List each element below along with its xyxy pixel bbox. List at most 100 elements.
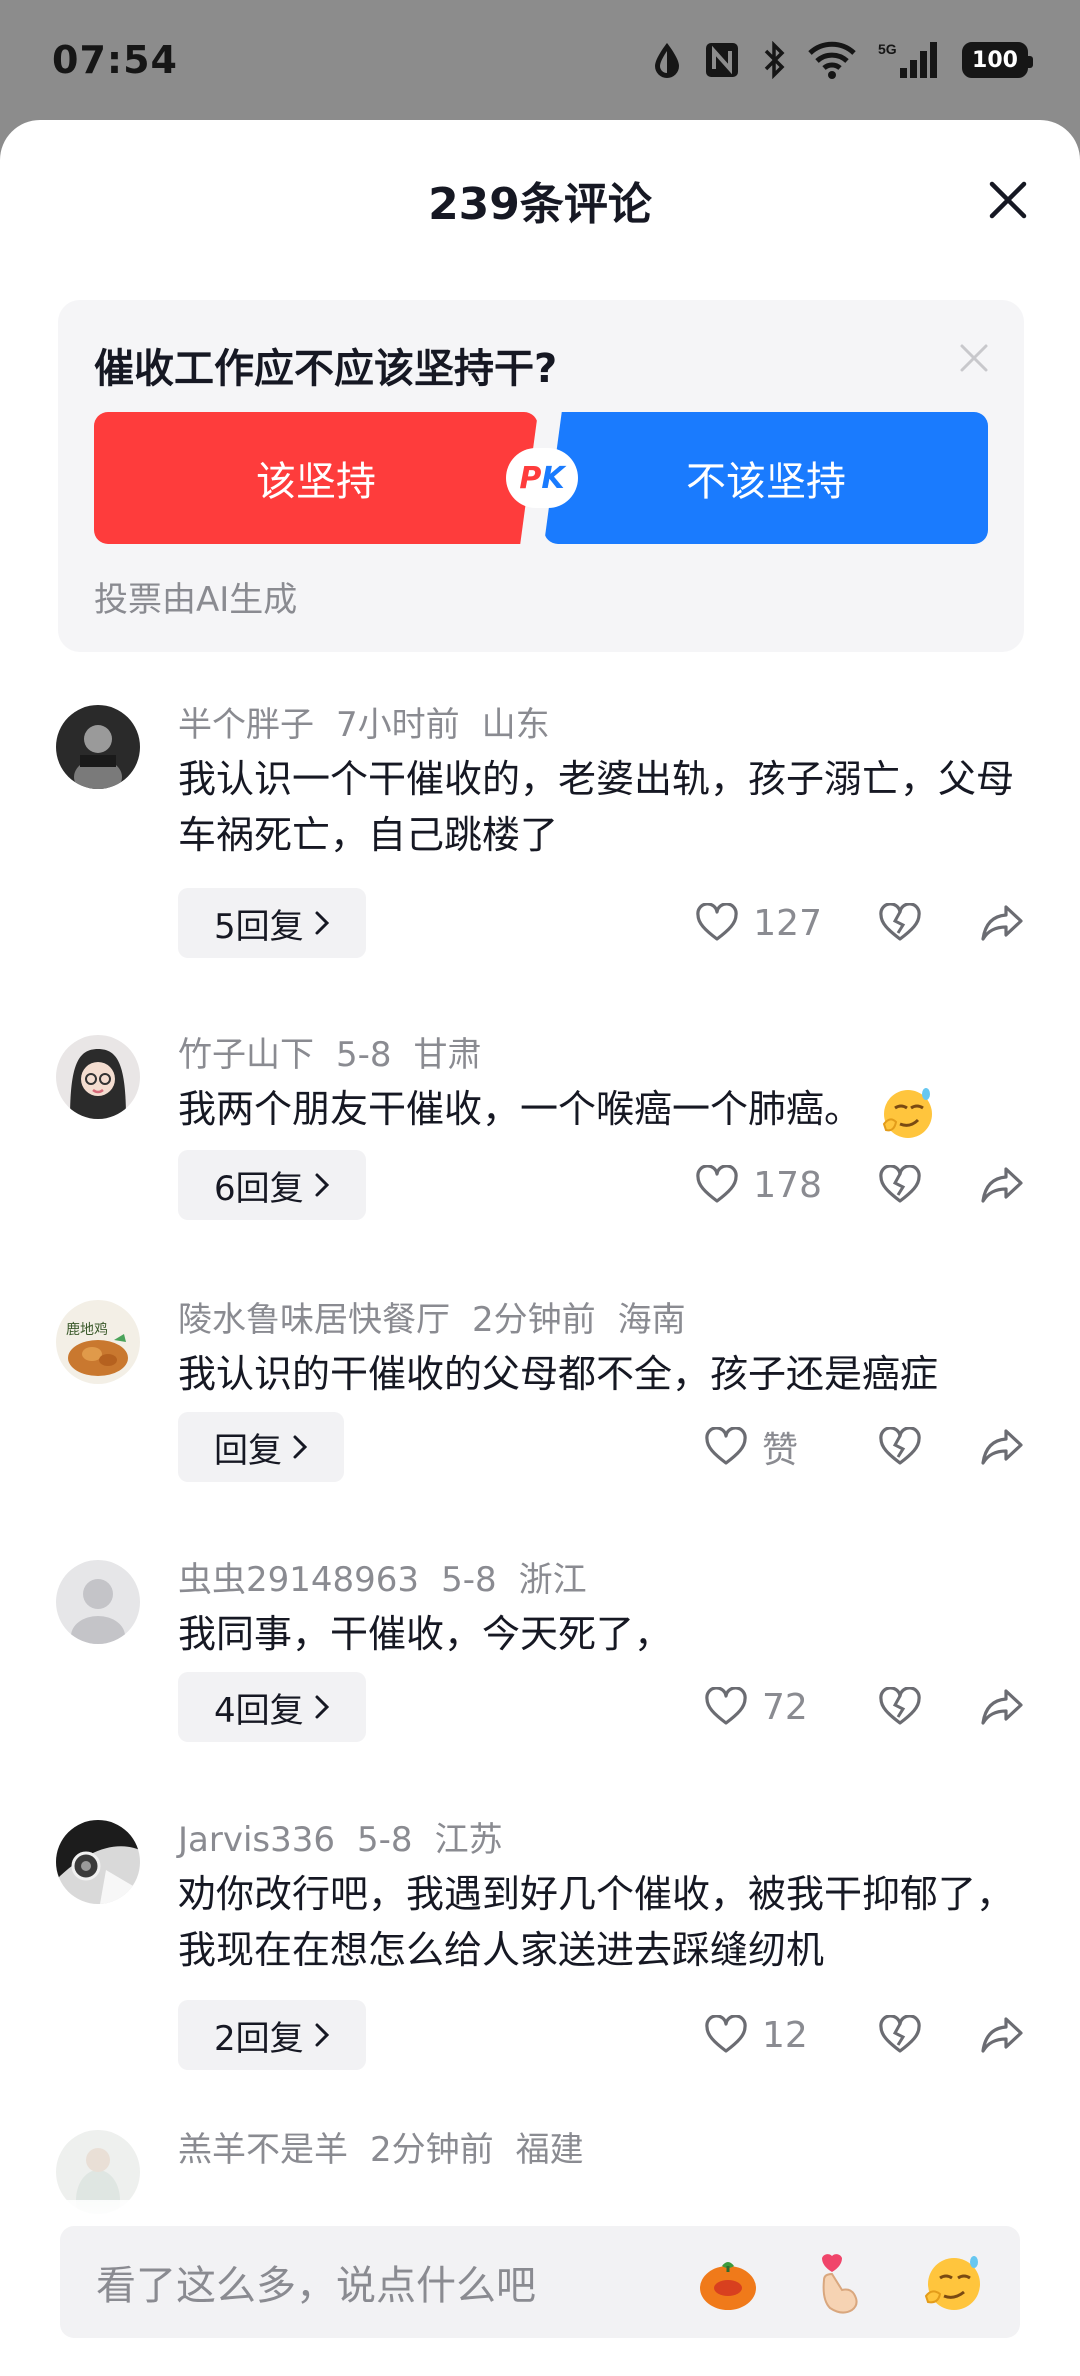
comment-item: 竹子山下 5-8 甘肃 我两个朋友干催收，一个喉癌一个肺癌。 6回复 178	[0, 1035, 1080, 1275]
comment-location: 甘肃	[413, 1035, 482, 1075]
comment-meta: 竹子山下 5-8 甘肃	[178, 1027, 504, 1076]
comment-meta: 羔羊不是羊 2分钟前 福建	[178, 2122, 606, 2171]
comment-actions: 赞	[704, 1412, 1024, 1482]
broken-heart-icon[interactable]	[878, 1687, 922, 1727]
like-button[interactable]: 12	[704, 2015, 822, 2056]
comment-username[interactable]: Jarvis336	[178, 1820, 335, 1860]
view-replies-button[interactable]: 6回复	[178, 1150, 366, 1220]
reply-count: 5回复	[214, 906, 304, 947]
avatar[interactable]	[56, 1820, 140, 1904]
avatar[interactable]: 鹿地鸡	[56, 1300, 140, 1384]
comment-username[interactable]: 竹子山下	[178, 1035, 314, 1075]
like-label: 赞	[762, 1430, 799, 1471]
poll-options: 该坚持 不该坚持 PK	[94, 412, 988, 544]
comment-time: 7小时前	[336, 705, 460, 745]
comment-input-bar[interactable]: 看了这么多，说点什么吧	[60, 2226, 1020, 2338]
comment-text: 我两个朋友干催收，一个喉癌一个肺癌。	[178, 1081, 1028, 1140]
heart-icon	[705, 2015, 747, 2053]
avatar-shop-text: 鹿地鸡	[66, 1321, 108, 1337]
poll-dismiss-icon[interactable]	[958, 342, 990, 374]
chevron-right-icon	[315, 1173, 329, 1197]
pk-badge-p: P	[519, 460, 542, 496]
poll-question: 催收工作应不应该坚持干?	[94, 346, 558, 392]
comment-time: 5-8	[357, 1820, 413, 1860]
poll-note: 投票由AI生成	[94, 580, 298, 620]
signal-5g-icon: 5G	[878, 41, 937, 78]
comment-actions: 12	[704, 2000, 1024, 2070]
comment-username[interactable]: 半个胖子	[178, 705, 314, 745]
heart-icon	[705, 1687, 747, 1725]
comment-input[interactable]: 看了这么多，说点什么吧	[96, 2253, 648, 2311]
comment-meta: 半个胖子 7小时前 山东	[178, 697, 572, 746]
reply-count: 4回复	[214, 1690, 304, 1731]
bluetooth-icon	[764, 41, 785, 79]
wifi-icon	[808, 41, 856, 79]
chevron-right-icon	[315, 1695, 329, 1719]
broken-heart-icon[interactable]	[878, 1427, 922, 1467]
avatar[interactable]	[56, 705, 140, 789]
comment-count-title: 239条评论	[428, 179, 652, 230]
view-replies-button[interactable]: 2回复	[178, 2000, 366, 2070]
comment-username[interactable]: 虫虫29148963	[178, 1560, 419, 1600]
heart-icon	[705, 1427, 747, 1465]
view-replies-button[interactable]: 5回复	[178, 888, 366, 958]
comment-actions: 178	[695, 1150, 1024, 1220]
comment-time: 5-8	[336, 1035, 392, 1075]
comment-username[interactable]: 羔羊不是羊	[178, 2130, 348, 2170]
comment-item: 虫虫29148963 5-8 浙江 我同事，干催收，今天死了， 4回复 72	[0, 1560, 1080, 1800]
sheet-header: 239条评论	[0, 120, 1080, 280]
comment-actions: 72	[704, 1672, 1024, 1742]
tangerine-sticker-icon[interactable]	[696, 2250, 760, 2314]
finger-heart-emoji-icon[interactable]	[808, 2250, 872, 2314]
poll-option-yes-button[interactable]: 该坚持	[94, 412, 538, 544]
chevron-right-icon	[315, 2023, 329, 2047]
comment-meta: 陵水鲁味居快餐厅 2分钟前 海南	[178, 1292, 708, 1341]
network-label: 5G	[878, 41, 897, 57]
nfc-icon	[706, 43, 738, 77]
comment-text: 我同事，干催收，今天死了，	[178, 1612, 673, 1656]
share-icon[interactable]	[980, 903, 1024, 943]
like-count: 127	[753, 902, 822, 944]
poll-option-no-button[interactable]: 不该坚持	[544, 412, 988, 544]
like-button[interactable]: 178	[695, 1165, 822, 1206]
avatar[interactable]	[56, 1035, 140, 1119]
comment-item: 半个胖子 7小时前 山东 我认识一个干催收的，老婆出轨，孩子溺亡，父母车祸死亡，自己…	[0, 705, 1080, 1005]
comment-username[interactable]: 陵水鲁味居快餐厅	[178, 1300, 450, 1340]
comment-location: 山东	[481, 705, 550, 745]
comment-text-body: 我两个朋友干催收，一个喉癌一个肺癌。	[178, 1087, 863, 1131]
like-count: 178	[753, 1164, 822, 1206]
avatar[interactable]	[56, 1560, 140, 1644]
comment-location: 浙江	[518, 1560, 587, 1600]
water-drop-icon	[655, 43, 679, 78]
comment-location: 海南	[617, 1300, 686, 1340]
comment-time: 2分钟前	[472, 1300, 596, 1340]
comment-text: 我认识一个干催收的，老婆出轨，孩子溺亡，父母车祸死亡，自己跳楼了	[178, 757, 1015, 857]
view-replies-button[interactable]: 4回复	[178, 1672, 366, 1742]
share-icon[interactable]	[980, 1427, 1024, 1467]
like-count: 12	[762, 2014, 808, 2056]
like-button[interactable]: 赞	[704, 1421, 822, 1473]
pk-badge: PK	[506, 448, 578, 508]
comment-meta: 虫虫29148963 5-8 浙江	[178, 1552, 609, 1601]
share-icon[interactable]	[980, 1687, 1024, 1727]
heart-icon	[696, 1165, 738, 1203]
comment-actions: 127	[695, 888, 1024, 958]
reply-button[interactable]: 回复	[178, 1412, 344, 1482]
like-button[interactable]: 127	[695, 903, 822, 944]
reply-count: 6回复	[214, 1168, 304, 1209]
broken-heart-icon[interactable]	[878, 903, 922, 943]
share-icon[interactable]	[980, 2015, 1024, 2055]
broken-heart-icon[interactable]	[878, 1165, 922, 1205]
reply-label: 回复	[214, 1430, 282, 1471]
like-button[interactable]: 72	[704, 1687, 822, 1728]
broken-heart-icon[interactable]	[878, 2015, 922, 2055]
smirk-emoji-icon[interactable]	[920, 2250, 984, 2314]
status-icons: 5G 100	[652, 40, 1033, 80]
comment-text: 劝你改行吧，我遇到好几个催收，被我干抑郁了，我现在在想怎么给人家送进去踩缝纫机	[178, 1872, 1015, 1972]
poll-card: 催收工作应不应该坚持干? 该坚持 不该坚持 PK 投票由AI生成	[58, 300, 1024, 652]
status-time: 07:54	[52, 38, 178, 82]
share-icon[interactable]	[980, 1165, 1024, 1205]
smirk-emoji-icon	[882, 1087, 933, 1138]
close-icon[interactable]	[984, 176, 1032, 224]
home-indicator	[360, 2348, 720, 2358]
